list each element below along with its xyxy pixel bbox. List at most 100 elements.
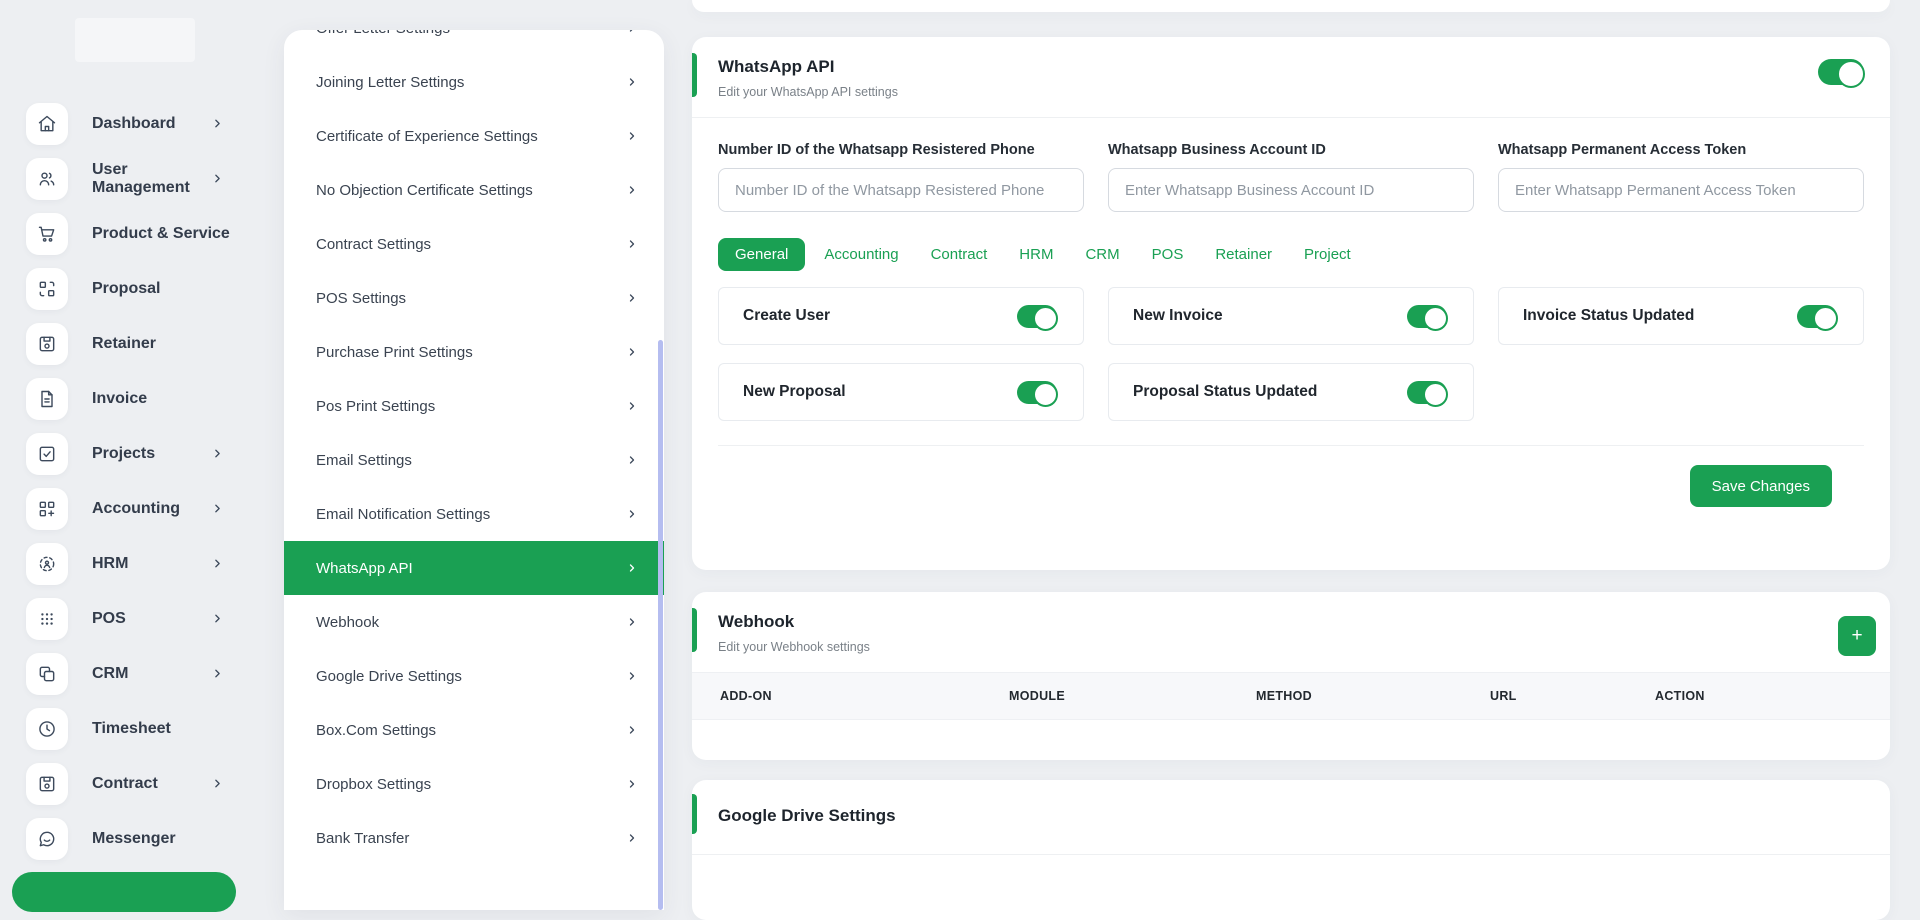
create-user-toggle[interactable] [1017, 304, 1058, 331]
toggle-new-invoice: New Invoice [1108, 287, 1474, 345]
chevron-right-icon [626, 616, 638, 628]
settings-scrollbar[interactable] [658, 340, 663, 910]
sidebar-item-label: Projects [92, 444, 156, 462]
chevron-right-icon [211, 777, 224, 790]
webhook-empty-row [692, 720, 1890, 748]
hrm-focus-icon [26, 542, 68, 585]
sidebar-item-label: HRM [92, 554, 129, 572]
business-account-id-input[interactable] [1108, 168, 1474, 212]
sidebar-item-retainer[interactable]: Retainer [0, 316, 252, 371]
sidebar-item-user-management[interactable]: User Management [0, 151, 252, 206]
settings-item-label: Box.Com Settings [316, 721, 437, 739]
settings-item-whatsapp-api[interactable]: WhatsApp API [284, 541, 664, 595]
field-number-id: Number ID of the Whatsapp Resistered Pho… [718, 142, 1084, 212]
invoice-file-icon [26, 377, 68, 420]
chevron-right-icon [211, 447, 224, 460]
copy-icon [26, 652, 68, 695]
card-title: Google Drive Settings [718, 806, 896, 825]
sidebar-item-label: CRM [92, 664, 129, 682]
tab-pos[interactable]: POS [1139, 238, 1197, 271]
tab-project[interactable]: Project [1291, 238, 1364, 271]
chevron-right-icon [626, 778, 638, 790]
sidebar-item-pos[interactable]: POS [0, 591, 252, 646]
sidebar-item-projects[interactable]: Projects [0, 426, 252, 481]
sidebar-item-product-service[interactable]: Product & Service [0, 206, 252, 261]
tab-crm[interactable]: CRM [1072, 238, 1132, 271]
accent-bar [692, 53, 697, 97]
sidebar-item-accounting[interactable]: Accounting [0, 481, 252, 536]
chat-bubble-icon [26, 817, 68, 860]
settings-item-webhook[interactable]: Webhook [284, 595, 664, 649]
new-proposal-toggle[interactable] [1017, 380, 1058, 407]
settings-item-offer-letter[interactable]: Offer Letter Settings [284, 30, 664, 55]
google-drive-card-header: Google Drive Settings [692, 780, 1890, 855]
access-token-input[interactable] [1498, 168, 1864, 212]
users-icon [26, 157, 68, 200]
card-subtitle: Edit your Webhook settings [718, 640, 870, 654]
card-title: Webhook [718, 612, 795, 631]
settings-item-no-objection-certificate[interactable]: No Objection Certificate Settings [284, 163, 664, 217]
proposal-status-toggle[interactable] [1407, 380, 1448, 407]
settings-item-email-notification[interactable]: Email Notification Settings [284, 487, 664, 541]
chevron-right-icon [626, 30, 638, 34]
settings-item-label: WhatsApp API [316, 559, 413, 577]
settings-item-pos-print[interactable]: Pos Print Settings [284, 379, 664, 433]
check-square-icon [26, 432, 68, 475]
floppy-icon [26, 762, 68, 805]
toggle-new-proposal: New Proposal [718, 363, 1084, 421]
sidebar-item-hrm[interactable]: HRM [0, 536, 252, 591]
settings-item-label: Webhook [316, 613, 380, 631]
settings-item-joining-letter[interactable]: Joining Letter Settings [284, 55, 664, 109]
chevron-right-icon [211, 612, 224, 625]
webhook-card-header: Webhook Edit your Webhook settings + [692, 592, 1890, 672]
number-id-input[interactable] [718, 168, 1084, 212]
accent-bar [692, 794, 697, 834]
sidebar-item-dashboard[interactable]: Dashboard [0, 96, 252, 151]
settings-item-dropbox[interactable]: Dropbox Settings [284, 757, 664, 811]
tab-hrm[interactable]: HRM [1006, 238, 1066, 271]
settings-item-label: Bank Transfer [316, 829, 410, 847]
sidebar-item-crm[interactable]: CRM [0, 646, 252, 701]
sidebar-item-label: Accounting [92, 499, 180, 517]
toggle-invoice-status: Invoice Status Updated [1498, 287, 1864, 345]
sidebar-item-invoice[interactable]: Invoice [0, 371, 252, 426]
settings-item-label: No Objection Certificate Settings [316, 181, 533, 199]
whatsapp-enable-toggle[interactable] [1818, 59, 1865, 88]
sidebar-bottom-button[interactable] [12, 872, 236, 912]
settings-item-certificate-experience[interactable]: Certificate of Experience Settings [284, 109, 664, 163]
tab-retainer[interactable]: Retainer [1202, 238, 1285, 271]
whatsapp-card-footer: Save Changes [718, 445, 1864, 507]
grid-plus-icon [26, 487, 68, 530]
settings-item-purchase-print[interactable]: Purchase Print Settings [284, 325, 664, 379]
sidebar-item-proposal[interactable]: Proposal [0, 261, 252, 316]
settings-item-label: Offer Letter Settings [316, 30, 626, 37]
settings-item-contract-settings[interactable]: Contract Settings [284, 217, 664, 271]
settings-item-email-settings[interactable]: Email Settings [284, 433, 664, 487]
sidebar-item-label: POS [92, 609, 126, 627]
settings-item-label: Certificate of Experience Settings [316, 127, 538, 145]
tab-general[interactable]: General [718, 238, 806, 271]
sidebar-item-messenger[interactable]: Messenger [0, 811, 252, 866]
settings-item-pos-settings[interactable]: POS Settings [284, 271, 664, 325]
add-webhook-button[interactable]: + [1838, 616, 1876, 656]
settings-item-bank-transfer[interactable]: Bank Transfer [284, 811, 664, 865]
webhook-card: Webhook Edit your Webhook settings + ADD… [692, 592, 1890, 760]
sidebar-item-label: Product & Service [92, 224, 230, 242]
chevron-right-icon [626, 454, 638, 466]
chevron-right-icon [626, 562, 638, 574]
sidebar-item-timesheet[interactable]: Timesheet [0, 701, 252, 756]
tab-contract[interactable]: Contract [918, 238, 1001, 271]
settings-item-box-com[interactable]: Box.Com Settings [284, 703, 664, 757]
new-invoice-toggle[interactable] [1407, 304, 1448, 331]
field-business-account-id: Whatsapp Business Account ID [1108, 142, 1474, 212]
tab-accounting[interactable]: Accounting [811, 238, 911, 271]
floppy-icon [26, 322, 68, 365]
sidebar-item-contract[interactable]: Contract [0, 756, 252, 811]
dots-grid-icon [26, 597, 68, 640]
save-changes-button[interactable]: Save Changes [1689, 465, 1832, 507]
clock-icon [26, 707, 68, 750]
chevron-right-icon [211, 117, 224, 130]
settings-item-google-drive[interactable]: Google Drive Settings [284, 649, 664, 703]
chevron-right-icon [626, 670, 638, 682]
invoice-status-toggle[interactable] [1797, 304, 1838, 331]
